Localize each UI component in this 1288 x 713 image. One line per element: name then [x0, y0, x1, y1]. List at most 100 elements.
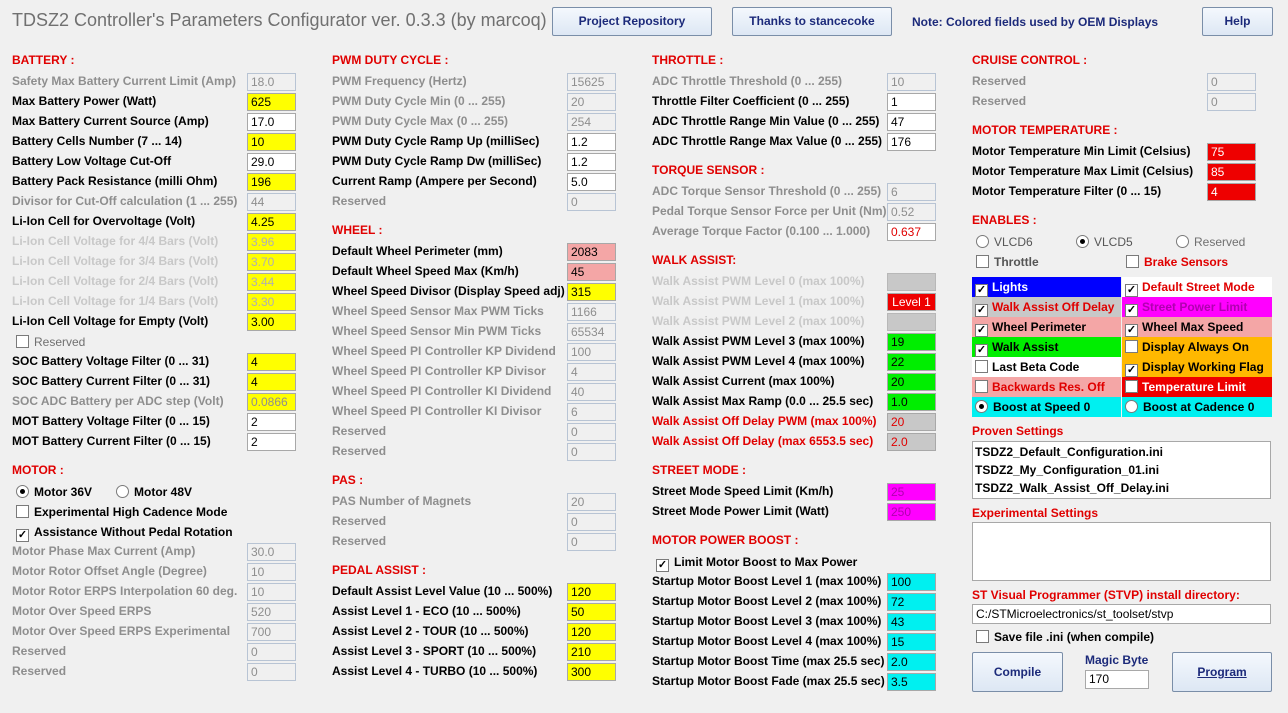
street-power-input[interactable]: 250: [887, 503, 936, 521]
vlcd6-radio[interactable]: VLCD6: [976, 235, 1033, 255]
boost-level3-input[interactable]: 43: [887, 613, 936, 631]
mot-voltage-filter-input[interactable]: 2: [247, 413, 296, 431]
cruise-reserved-input[interactable]: 0: [1207, 73, 1256, 91]
erps-interpolation-input[interactable]: 10: [247, 583, 296, 601]
cruise-reserved-input[interactable]: 0: [1207, 93, 1256, 111]
compile-button[interactable]: Compile: [972, 652, 1063, 692]
walk-assist-off-delay-checkbox[interactable]: ✓ Walk Assist Off Delay: [972, 297, 1121, 317]
walk-level4-input[interactable]: 22: [887, 353, 936, 371]
street-speed-input[interactable]: 25: [887, 483, 936, 501]
torque-threshold-input[interactable]: 6: [887, 183, 936, 201]
walk-level2-input[interactable]: [887, 313, 936, 331]
walk-current-input[interactable]: 20: [887, 373, 936, 391]
save-ini-checkbox[interactable]: Save file .ini (when compile): [976, 630, 1154, 650]
overvoltage-input[interactable]: 4.25: [247, 213, 296, 231]
torque-factor-input[interactable]: 0.637: [887, 223, 936, 241]
assist-turbo-input[interactable]: 300: [567, 663, 616, 681]
last-beta-code-checkbox[interactable]: Last Beta Code: [972, 357, 1121, 377]
walk-off-delay-pwm-input[interactable]: 20: [887, 413, 936, 431]
throttle-threshold-input[interactable]: 10: [887, 73, 936, 91]
kp-divisor-input[interactable]: 4: [567, 363, 616, 381]
ki-divisor-input[interactable]: 6: [567, 403, 616, 421]
over-speed-erps-input[interactable]: 520: [247, 603, 296, 621]
list-item[interactable]: TSDZ2_Walk_Assist_Off_Delay.ini: [975, 479, 1268, 497]
throttle-min-input[interactable]: 47: [887, 113, 936, 131]
battery-cells-input[interactable]: 10: [247, 133, 296, 151]
motor-reserved-input[interactable]: 0: [247, 643, 296, 661]
voltage-1-bar-input[interactable]: 3.30: [247, 293, 296, 311]
pas-magnets-input[interactable]: 20: [567, 493, 616, 511]
pwm-reserved-input[interactable]: 0: [567, 193, 616, 211]
pwm-frequency-input[interactable]: 15625: [567, 73, 616, 91]
wheel-max-speed-checkbox[interactable]: ✓ Wheel Max Speed: [1122, 317, 1272, 337]
motor-48v-radio[interactable]: Motor 48V: [116, 485, 192, 505]
pas-reserved-input[interactable]: 0: [567, 533, 616, 551]
soc-adc-step-input[interactable]: 0.0866: [247, 393, 296, 411]
assist-tour-input[interactable]: 120: [567, 623, 616, 641]
vlcd5-radio[interactable]: VLCD5: [1076, 235, 1133, 255]
walk-assist-checkbox[interactable]: ✓ Walk Assist: [972, 337, 1121, 357]
over-speed-erps-exp-input[interactable]: 700: [247, 623, 296, 641]
experimental-settings-list[interactable]: [972, 522, 1271, 581]
throttle-max-input[interactable]: 176: [887, 133, 936, 151]
proven-settings-list[interactable]: TSDZ2_Default_Configuration.ini TSDZ2_My…: [972, 441, 1271, 499]
voltage-2-bars-input[interactable]: 3.44: [247, 273, 296, 291]
help-button[interactable]: Help: [1202, 7, 1273, 36]
mot-current-filter-input[interactable]: 2: [247, 433, 296, 451]
walk-level3-input[interactable]: 19: [887, 333, 936, 351]
wheel-perimeter-input[interactable]: 2083: [567, 243, 616, 261]
throttle-checkbox[interactable]: Throttle: [976, 255, 1039, 275]
assist-sport-input[interactable]: 210: [567, 643, 616, 661]
list-item[interactable]: TSDZ2_Default_Configuration.ini: [975, 443, 1268, 461]
ki-dividend-input[interactable]: 40: [567, 383, 616, 401]
list-item[interactable]: TSDZ2_My_Configuration_01.ini: [975, 461, 1268, 479]
lights-checkbox[interactable]: ✓ Lights: [972, 277, 1121, 297]
safety-max-current-input[interactable]: 18.0: [247, 73, 296, 91]
temp-min-input[interactable]: 75: [1207, 143, 1256, 161]
current-ramp-input[interactable]: 5.0: [567, 173, 616, 191]
wheel-perimeter-checkbox[interactable]: ✓ Wheel Perimeter: [972, 317, 1121, 337]
display-always-on-checkbox[interactable]: Display Always On: [1122, 337, 1272, 357]
high-cadence-checkbox[interactable]: Experimental High Cadence Mode: [16, 505, 227, 525]
boost-level4-input[interactable]: 15: [887, 633, 936, 651]
default-assist-input[interactable]: 120: [567, 583, 616, 601]
boost-level2-input[interactable]: 72: [887, 593, 936, 611]
walk-level0-input[interactable]: [887, 273, 936, 291]
temp-max-input[interactable]: 85: [1207, 163, 1256, 181]
motor-36v-radio[interactable]: Motor 36V: [16, 485, 92, 505]
low-voltage-cutoff-input[interactable]: 29.0: [247, 153, 296, 171]
reserved-radio[interactable]: Reserved: [1176, 235, 1245, 255]
soc-voltage-filter-input[interactable]: 4: [247, 353, 296, 371]
assist-eco-input[interactable]: 50: [567, 603, 616, 621]
rotor-offset-input[interactable]: 10: [247, 563, 296, 581]
max-battery-current-input[interactable]: 17.0: [247, 113, 296, 131]
thanks-button[interactable]: Thanks to stancecoke: [732, 7, 892, 36]
phase-max-current-input[interactable]: 30.0: [247, 543, 296, 561]
sensor-min-ticks-input[interactable]: 65534: [567, 323, 616, 341]
pas-reserved-input[interactable]: 0: [567, 513, 616, 531]
sensor-max-ticks-input[interactable]: 1166: [567, 303, 616, 321]
throttle-filter-input[interactable]: 1: [887, 93, 936, 111]
boost-fade-input[interactable]: 3.5: [887, 673, 936, 691]
street-power-limit-checkbox[interactable]: ✓ Street Power Limit: [1122, 297, 1272, 317]
default-street-mode-checkbox[interactable]: ✓ Default Street Mode: [1122, 277, 1272, 297]
boost-time-input[interactable]: 2.0: [887, 653, 936, 671]
display-working-flag-checkbox[interactable]: ✓ Display Working Flag: [1122, 357, 1272, 377]
wheel-reserved-input[interactable]: 0: [567, 423, 616, 441]
wheel-reserved-input[interactable]: 0: [567, 443, 616, 461]
pwm-ramp-up-input[interactable]: 1.2: [567, 133, 616, 151]
wheel-speed-max-input[interactable]: 45: [567, 263, 616, 281]
pwm-min-input[interactable]: 20: [567, 93, 616, 111]
max-battery-power-input[interactable]: 625: [247, 93, 296, 111]
boost-at-speed-radio[interactable]: Boost at Speed 0: [972, 397, 1121, 417]
voltage-3-bars-input[interactable]: 3.70: [247, 253, 296, 271]
program-button[interactable]: Program: [1172, 652, 1272, 692]
backwards-res-off-checkbox[interactable]: Backwards Res. Off: [972, 377, 1121, 397]
voltage-empty-input[interactable]: 3.00: [247, 313, 296, 331]
boost-level1-input[interactable]: 100: [887, 573, 936, 591]
walk-ramp-input[interactable]: 1.0: [887, 393, 936, 411]
voltage-4-bars-input[interactable]: 3.96: [247, 233, 296, 251]
magic-byte-input[interactable]: 170: [1085, 670, 1149, 689]
temperature-limit-checkbox[interactable]: Temperature Limit: [1122, 377, 1272, 397]
walk-level1-input[interactable]: Level 1: [887, 293, 936, 311]
